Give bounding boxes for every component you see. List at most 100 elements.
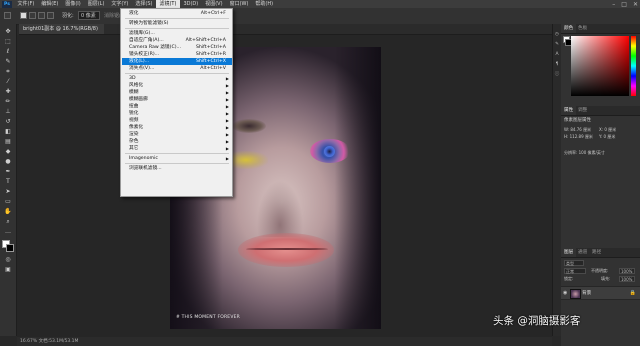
lasso-tool-icon[interactable]: ℓ — [3, 48, 13, 56]
paragraph-panel-icon[interactable]: ¶ — [554, 62, 560, 67]
menu-item-3d[interactable]: 3D ▶ — [122, 75, 232, 82]
menu-item-sharpen[interactable]: 锐化 ▶ — [122, 110, 232, 117]
intersect-selection-icon[interactable] — [47, 12, 54, 19]
menu-select[interactable]: 选择(S) — [132, 0, 156, 8]
brush-settings-icon[interactable]: ✎ — [554, 42, 560, 47]
zoom-tool-icon[interactable]: ⌕ — [3, 218, 13, 226]
shape-tool-icon[interactable]: ▭ — [3, 198, 13, 206]
menu-image[interactable]: 图像(I) — [62, 0, 84, 8]
marquee-tool-icon[interactable]: ⬚ — [3, 38, 13, 46]
menu-item-render[interactable]: 渲染 ▶ — [122, 131, 232, 138]
healing-brush-tool-icon[interactable]: ✚ — [3, 88, 13, 96]
fill-input[interactable]: 100% — [619, 276, 635, 282]
menu-item-adaptive-wide-angle[interactable]: 自适应广角(A)... Alt+Shift+Ctrl+A — [122, 37, 232, 44]
brush-tool-icon[interactable]: ✏ — [3, 98, 13, 106]
minimize-icon[interactable]: – — [612, 1, 615, 8]
visibility-eye-icon[interactable]: ◉ — [563, 290, 567, 296]
tab-color[interactable]: 颜色 — [561, 24, 577, 33]
menu-item-blur-gallery[interactable]: 模糊画廊 ▶ — [122, 96, 232, 103]
quick-select-tool-icon[interactable]: ✎ — [3, 58, 13, 66]
color-picker-field[interactable] — [571, 36, 629, 96]
tab-adjustments[interactable]: 调整 — [575, 106, 590, 115]
tab-swatches[interactable]: 色板 — [575, 24, 590, 33]
new-selection-icon[interactable] — [20, 12, 27, 19]
lip-line — [246, 248, 328, 250]
menu-item-noise[interactable]: 杂色 ▶ — [122, 138, 232, 145]
screen-mode-icon[interactable]: ▣ — [3, 266, 13, 274]
menu-type[interactable]: 文字(Y) — [108, 0, 132, 8]
eraser-tool-icon[interactable]: ◧ — [3, 128, 13, 136]
menu-item-distort[interactable]: 扭曲 ▶ — [122, 103, 232, 110]
blend-mode-select[interactable]: 正常 — [564, 268, 586, 274]
photo-caption: # THIS MOMENT FOREVER — [176, 315, 240, 320]
submenu-arrow-icon: ▶ — [225, 97, 229, 102]
menu-3d[interactable]: 3D(D) — [180, 0, 202, 8]
menu-item-blur[interactable]: 模糊 ▶ — [122, 89, 232, 96]
history-panel-icon[interactable]: ◷ — [554, 32, 560, 37]
dodge-tool-icon[interactable]: ● — [3, 158, 13, 166]
menu-filter[interactable]: 滤镜(T) — [155, 0, 180, 8]
filter-menu-dropdown: 液化 Alt+Ctrl+F 转换为智能滤镜(S) 滤镜库(G)... 自适应广角(… — [120, 8, 233, 197]
pen-tool-icon[interactable]: ✒ — [3, 168, 13, 176]
menu-item-liquify[interactable]: 液化(L)... Shift+Ctrl+X — [122, 58, 232, 65]
menu-item-convert-smart-filter[interactable]: 转换为智能滤镜(S) — [122, 20, 232, 27]
hand-tool-icon[interactable]: ✋ — [3, 208, 13, 216]
document-tab[interactable]: bright01副本 @ 16.7%(RGB/8) — [19, 24, 104, 34]
type-tool-icon[interactable]: T — [3, 178, 13, 186]
menu-file[interactable]: 文件(F) — [14, 0, 38, 8]
layer-filter-select[interactable]: 类型 — [564, 260, 584, 266]
submenu-arrow-icon: ▶ — [225, 132, 229, 137]
gradient-tool-icon[interactable]: ▤ — [3, 138, 13, 146]
tab-channels[interactable]: 通道 — [575, 248, 590, 257]
crop-tool-icon[interactable]: ⌗ — [3, 68, 13, 76]
more-tools-icon[interactable]: … — [3, 228, 13, 236]
menu-help[interactable]: 帮助(H) — [252, 0, 277, 8]
menu-bar: Ps 文件(F) 编辑(E) 图像(I) 图层(L) 文字(Y) 选择(S) 滤… — [0, 0, 640, 8]
info-panel-icon[interactable]: ⓘ — [554, 72, 560, 77]
nose-shadow — [255, 177, 305, 237]
feather-input[interactable]: 0 像素 — [78, 11, 100, 20]
menu-item-imagenomic[interactable]: Imagenomic ▶ — [122, 155, 232, 162]
menu-item-lens-correction[interactable]: 镜头校正(R)... Shift+Ctrl+R — [122, 51, 232, 58]
marquee-tool-preset-icon[interactable] — [4, 12, 11, 19]
history-brush-tool-icon[interactable]: ↺ — [3, 118, 13, 126]
watermark-text: 头条 @洞脑摄影客 — [493, 315, 581, 327]
maximize-icon[interactable]: □ — [621, 1, 627, 8]
tab-paths[interactable]: 路径 — [589, 248, 604, 257]
tab-properties[interactable]: 属性 — [561, 106, 577, 115]
menu-item-pixelate[interactable]: 像素化 ▶ — [122, 124, 232, 131]
blur-tool-icon[interactable]: ◆ — [3, 148, 13, 156]
menu-view[interactable]: 视图(V) — [202, 0, 226, 8]
menu-item-browse-filters-online[interactable]: 浏览联机滤镜... — [122, 165, 232, 172]
lock-label: 锁定: — [564, 276, 574, 281]
move-tool-icon[interactable]: ✥ — [3, 28, 13, 36]
close-icon[interactable]: ✕ — [633, 1, 638, 8]
background-color-swatch[interactable] — [6, 244, 14, 252]
quick-mask-icon[interactable]: ◎ — [3, 256, 13, 264]
menu-layer[interactable]: 图层(L) — [84, 0, 108, 8]
clone-stamp-tool-icon[interactable]: ⊥ — [3, 108, 13, 116]
menu-item-filter-gallery[interactable]: 滤镜库(G)... — [122, 30, 232, 37]
menu-item-camera-raw[interactable]: Camera Raw 滤镜(C)... Shift+Ctrl+A — [122, 44, 232, 51]
menu-edit[interactable]: 编辑(E) — [38, 0, 62, 8]
window-controls: – □ ✕ — [612, 0, 638, 8]
tools-panel: ✥ ⬚ ℓ ✎ ⌗ ⁄ ✚ ✏ ⊥ ↺ ◧ ▤ ◆ ● ✒ T ➤ ▭ ✋ ⌕ … — [0, 24, 17, 336]
tab-layers[interactable]: 图层 — [561, 248, 577, 257]
add-selection-icon[interactable] — [29, 12, 36, 19]
layer-row-background[interactable]: ◉ 背景 🔒 — [561, 286, 640, 300]
menu-item-other[interactable]: 其它 ▶ — [122, 145, 232, 152]
hue-slider[interactable] — [631, 36, 636, 96]
menu-window[interactable]: 窗口(W) — [226, 0, 252, 8]
menu-item-video[interactable]: 视频 ▶ — [122, 117, 232, 124]
path-select-tool-icon[interactable]: ➤ — [3, 188, 13, 196]
menu-item-vanishing-point[interactable]: 消失点(V)... Alt+Ctrl+V — [122, 65, 232, 72]
submenu-arrow-icon: ▶ — [225, 104, 229, 109]
opacity-input[interactable]: 100% — [619, 268, 635, 274]
menu-item-stylize[interactable]: 风格化 ▶ — [122, 82, 232, 89]
layer-thumbnail — [570, 289, 581, 299]
eyedropper-tool-icon[interactable]: ⁄ — [3, 78, 13, 86]
subtract-selection-icon[interactable] — [38, 12, 45, 19]
menu-item-liquify-last[interactable]: 液化 Alt+Ctrl+F — [122, 10, 232, 17]
prop-y: Y: 0 厘米 — [599, 134, 616, 139]
character-panel-icon[interactable]: A — [554, 52, 560, 57]
